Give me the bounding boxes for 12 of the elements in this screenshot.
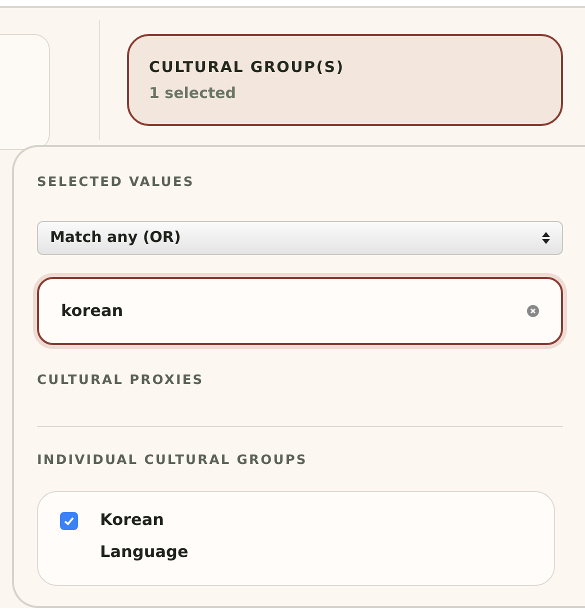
match-select[interactable]: Match any (OR) <box>37 220 563 254</box>
checkmark-icon <box>63 514 75 526</box>
clear-icon[interactable] <box>527 304 539 316</box>
search-field[interactable]: korean <box>37 276 563 344</box>
section-heading: INDIVIDUAL CULTURAL GROUPS <box>37 452 308 470</box>
option-label: Korean Language <box>100 508 190 562</box>
section-heading: SELECTED VALUES <box>37 174 196 192</box>
filter-button[interactable]: CULTURAL GROUP(S) 1 selected <box>127 34 563 126</box>
dropdown-arrows-icon <box>542 230 550 244</box>
group-option-card[interactable]: Korean Language <box>37 490 555 586</box>
checkbox[interactable] <box>60 512 78 530</box>
section-heading: CULTURAL PROXIES <box>37 372 205 390</box>
